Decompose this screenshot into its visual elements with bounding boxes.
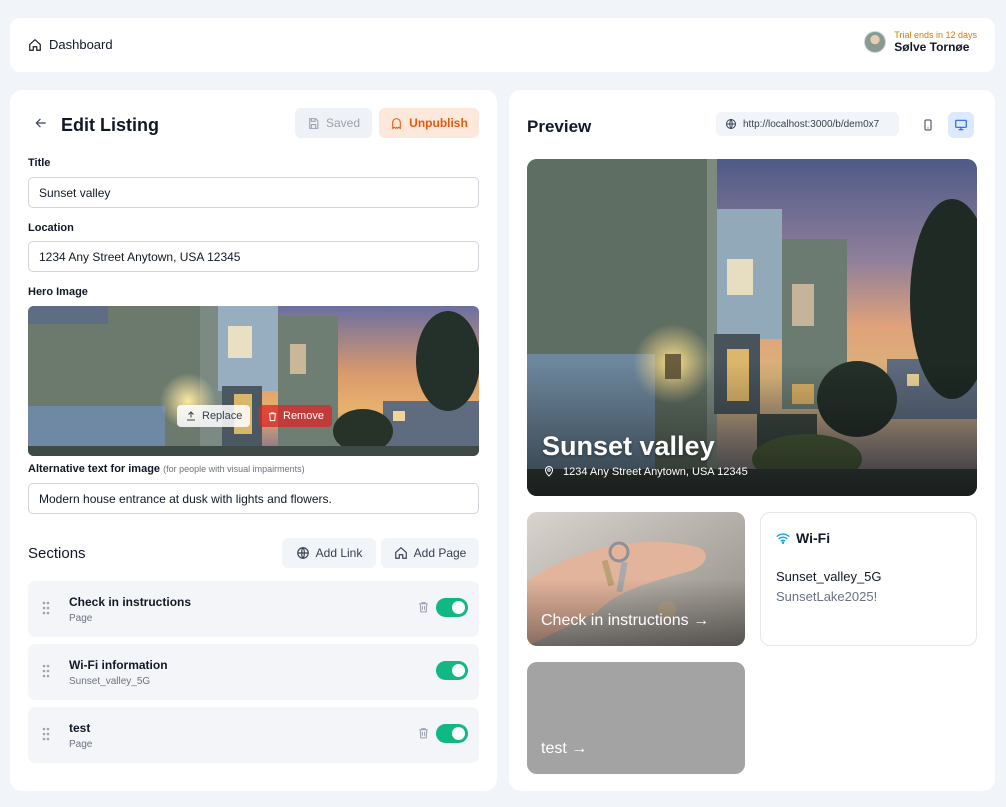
preview-url[interactable]: http://localhost:3000/b/dem0x7 [716,112,899,136]
saved-label: Saved [325,116,361,130]
wifi-card-header: Wi-Fi [776,530,830,546]
hero-image-thumbnail: Replace Remove [28,306,479,456]
hero-preview[interactable]: Sunset valley 1234 Any Street Anytown, U… [527,159,977,496]
trial-notice: Trial ends in 12 days [894,30,977,40]
user-name: Sølve Tornøe [894,40,970,54]
trash-icon[interactable] [417,726,430,740]
title-label: Title [28,157,51,169]
section-title: Wi-Fi information [69,658,168,672]
wifi-title: Wi-Fi [796,530,831,546]
back-arrow-icon[interactable] [34,116,48,135]
hero-location-text: 1234 Any Street Anytown, USA 12345 [563,465,748,478]
unpublish-button[interactable]: Unpublish [379,108,479,138]
drag-handle-icon[interactable] [42,601,50,615]
checkin-card[interactable]: Check in instructions → [527,512,745,646]
alt-text-field[interactable]: Modern house entrance at dusk with light… [28,483,479,514]
editor-panel: Edit Listing Saved Unpublish Title Sunse… [10,90,497,791]
checkin-card-label: Check in instructions → [541,612,710,629]
section-enabled-toggle[interactable] [436,661,468,680]
mobile-icon [924,119,932,131]
test-card-label: test → [541,740,588,757]
section-subtitle: Sunset_valley_5G [69,676,151,687]
add-page-label: Add Page [413,546,467,560]
trash-icon [268,411,277,421]
section-subtitle: Page [69,613,93,624]
replace-label: Replace [202,410,243,422]
alt-text-label-main: Alternative text for image [28,463,161,475]
desktop-icon [955,119,967,131]
wifi-icon [776,533,790,544]
sections-heading: Sections [28,545,86,562]
alt-text-label: Alternative text for image (for people w… [28,463,305,475]
saved-button[interactable]: Saved [295,108,372,138]
section-title: test [69,721,91,735]
ghost-icon [392,117,401,129]
hero-location: 1234 Any Street Anytown, USA 12345 [543,465,748,478]
desktop-view-button[interactable] [948,112,974,138]
replace-image-button[interactable]: Replace [177,405,251,427]
drag-handle-icon[interactable] [42,727,50,741]
drag-handle-icon[interactable] [42,664,50,678]
add-link-label: Add Link [315,546,363,560]
section-row[interactable]: test Page [28,707,479,763]
page-title: Edit Listing [61,115,159,135]
mobile-view-button[interactable] [915,112,941,138]
remove-label: Remove [283,410,324,422]
user-menu[interactable]: Trial ends in 12 days Sølve Tornøe [864,30,977,54]
section-enabled-toggle[interactable] [436,598,468,617]
house-photo [28,306,479,456]
title-field[interactable]: Sunset valley [28,177,479,208]
section-enabled-toggle[interactable] [436,724,468,743]
section-subtitle: Page [69,739,93,750]
top-bar: Dashboard Trial ends in 12 days Sølve To… [10,18,995,72]
add-link-button[interactable]: Add Link [282,538,376,568]
wifi-card[interactable]: Wi-Fi Sunset_valley_5G SunsetLake2025! [760,512,977,646]
alt-text-hint: (for people with visual impairments) [163,464,305,474]
avatar [864,31,887,53]
wifi-ssid: Sunset_valley_5G [776,569,882,584]
section-row[interactable]: Wi-Fi information Sunset_valley_5G [28,644,479,700]
map-pin-icon [544,466,554,477]
preview-heading: Preview [527,117,592,136]
location-label: Location [28,222,74,234]
test-card[interactable]: test → [527,662,745,774]
globe-icon [726,119,736,129]
section-title: Check in instructions [69,595,192,609]
save-icon [309,117,319,129]
trash-icon[interactable] [417,600,430,614]
preview-url-text: http://localhost:3000/b/dem0x7 [743,118,880,130]
upload-icon [187,411,195,421]
remove-image-button[interactable]: Remove [259,405,332,427]
preview-panel: Preview http://localhost:3000/b/dem0x7 S… [509,90,995,791]
hero-title: Sunset valley [542,431,715,461]
home-icon [29,38,41,51]
dashboard-label: Dashboard [49,37,113,52]
home-icon [394,546,407,559]
section-row[interactable]: Check in instructions Page [28,581,479,637]
unpublish-label: Unpublish [409,116,468,130]
location-field[interactable]: 1234 Any Street Anytown, USA 12345 [28,241,479,272]
wifi-password: SunsetLake2025! [776,589,878,604]
dashboard-link[interactable]: Dashboard [28,37,113,52]
hero-image-label: Hero Image [28,286,88,298]
add-page-button[interactable]: Add Page [381,538,479,568]
globe-icon [296,547,309,559]
